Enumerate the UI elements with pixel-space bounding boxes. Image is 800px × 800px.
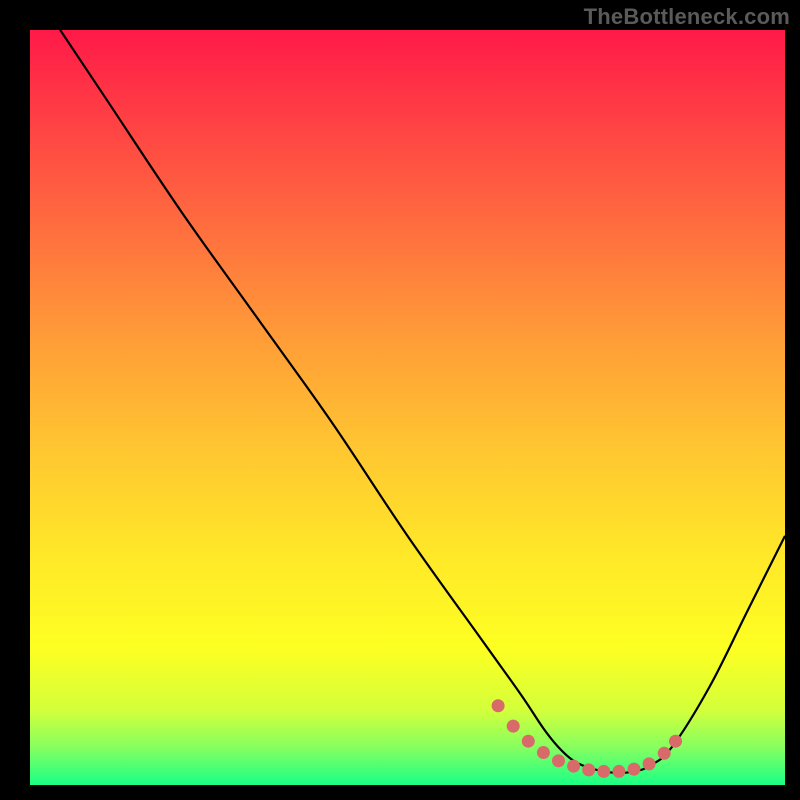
flat-dot: [582, 763, 595, 776]
flat-dot: [522, 735, 535, 748]
flat-dot: [567, 760, 580, 773]
bottleneck-chart: TheBottleneck.com: [0, 0, 800, 800]
flat-dot: [643, 757, 656, 770]
chart-svg: [0, 0, 800, 800]
flat-dot: [537, 746, 550, 759]
flat-dot: [597, 765, 610, 778]
flat-dot: [628, 763, 641, 776]
flat-dot: [492, 699, 505, 712]
plot-area: [30, 30, 785, 785]
flat-dot: [507, 720, 520, 733]
watermark-text: TheBottleneck.com: [584, 4, 790, 30]
flat-dot: [552, 754, 565, 767]
flat-dot: [669, 735, 682, 748]
flat-dot: [612, 765, 625, 778]
flat-dot: [658, 747, 671, 760]
